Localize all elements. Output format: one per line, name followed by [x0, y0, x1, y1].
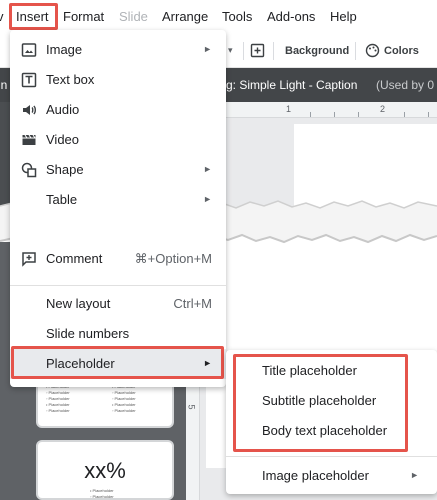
menu-item-label: Shape [46, 162, 84, 177]
menu-help[interactable]: Help [330, 9, 357, 25]
thumb-bullet: ◦ Placeholder [112, 390, 136, 395]
colors-button[interactable]: Colors [384, 44, 419, 58]
theme-used-by: (Used by 0 s [376, 78, 437, 92]
menu-item-label: Slide numbers [46, 326, 130, 341]
submenu-arrow-icon: ► [203, 194, 212, 204]
thumb-bullet: ◦ Placeholder [46, 390, 70, 395]
menu-item-label: Table [46, 192, 78, 207]
menu-bar: v Insert Format Slide Arrange Tools Add-… [0, 0, 437, 34]
thumb-bullet: • Placeholder [90, 488, 114, 493]
submenu-divider [226, 456, 437, 457]
thumb-bullet: ◦ Placeholder [46, 396, 70, 401]
comment-icon [22, 252, 36, 267]
thumb-bullet: • Placeholder [112, 402, 136, 407]
menu-add-ons[interactable]: Add-ons [267, 9, 315, 25]
ruler-tick [428, 112, 429, 117]
menu-item-audio[interactable]: Audio [10, 95, 226, 125]
thumb-bullet: ◦ Placeholder [112, 408, 136, 413]
palette-icon[interactable] [365, 43, 380, 58]
menu-item-label: Comment [46, 251, 103, 266]
horizontal-ruler: 1 2 [226, 102, 437, 118]
toolbar-divider [355, 42, 356, 60]
editor-canvas [226, 118, 437, 208]
shortcut-label: Ctrl+M [173, 296, 212, 311]
ruler-mark: 2 [380, 104, 386, 114]
vruler-mark: 5 [186, 404, 197, 410]
shortcut-label: ⌘+Option+M [134, 251, 212, 266]
dropdown-caret-icon[interactable]: ▾ [228, 45, 233, 56]
submenu-arrow-icon: ► [203, 44, 212, 54]
submenu-arrow-icon: ► [410, 470, 419, 480]
text-box-icon [21, 72, 37, 88]
layout-thumbnail[interactable]: xx% • Placeholder ◦ Placeholder [36, 440, 174, 500]
menu-arrange[interactable]: Arrange [162, 9, 208, 25]
menu-item-table[interactable]: Table ► [10, 185, 226, 215]
toolbar-divider [243, 42, 244, 60]
menu-item-comment[interactable]: Comment ⌘+Option+M [10, 244, 226, 274]
menu-divider [10, 285, 226, 286]
menu-item-video[interactable]: Video [10, 125, 226, 155]
menu-format[interactable]: Format [63, 9, 104, 25]
menu-view-partial[interactable]: v [0, 9, 4, 25]
image-icon [21, 43, 37, 57]
menu-item-label: Text box [46, 72, 95, 87]
thumb-big-number: xx% [84, 458, 126, 483]
shape-icon [21, 162, 37, 178]
submenu-highlight-box [233, 354, 408, 452]
menu-item-new-layout[interactable]: New layout Ctrl+M [10, 289, 226, 319]
menu-item-label: Image [46, 42, 83, 57]
toolbar-divider [273, 42, 274, 60]
submenu-item-image-placeholder[interactable]: Image placeholder ► [226, 461, 437, 491]
menu-item-label: Audio [46, 102, 80, 117]
menu-item-text-box[interactable]: Text box [10, 65, 226, 95]
ruler-tick [334, 112, 335, 117]
audio-icon [23, 105, 36, 115]
thumb-bullet: ◦ Placeholder [46, 408, 70, 413]
thumb-bullet: ◦ Placeholder [90, 494, 114, 499]
video-icon [22, 134, 36, 145]
submenu-arrow-icon: ► [203, 164, 212, 174]
thumb-bullet: ◦ Placeholder [112, 396, 136, 401]
insert-menu: Image ► Text box Audio Video Shape ► Tab… [10, 30, 226, 387]
menu-tools[interactable]: Tools [222, 9, 252, 25]
menu-item-slide-numbers[interactable]: Slide numbers [10, 319, 226, 349]
background-button[interactable]: Background [285, 44, 349, 58]
placeholder-highlight-box [11, 346, 224, 379]
ruler-tick [404, 112, 405, 117]
ruler-mark: 1 [286, 104, 292, 114]
thumb-bullet: • Placeholder [46, 402, 70, 407]
theme-strip-left-text: in [0, 78, 8, 92]
menu-item-label: New layout [46, 296, 111, 311]
menu-item-label: Video [46, 132, 80, 147]
filmstrip-edge [0, 102, 10, 208]
menu-item-image[interactable]: Image ► [10, 35, 226, 65]
insert-highlight-box [9, 3, 58, 30]
theme-title: g: Simple Light - Caption [226, 78, 358, 92]
new-slide-icon[interactable] [250, 43, 265, 58]
vertical-ruler: 5 [186, 380, 200, 500]
ruler-tick [358, 112, 359, 117]
submenu-item-label: Image placeholder [262, 468, 369, 483]
ruler-tick [310, 112, 311, 117]
menu-slide[interactable]: Slide [119, 9, 148, 25]
menu-item-shape[interactable]: Shape ► [10, 155, 226, 185]
